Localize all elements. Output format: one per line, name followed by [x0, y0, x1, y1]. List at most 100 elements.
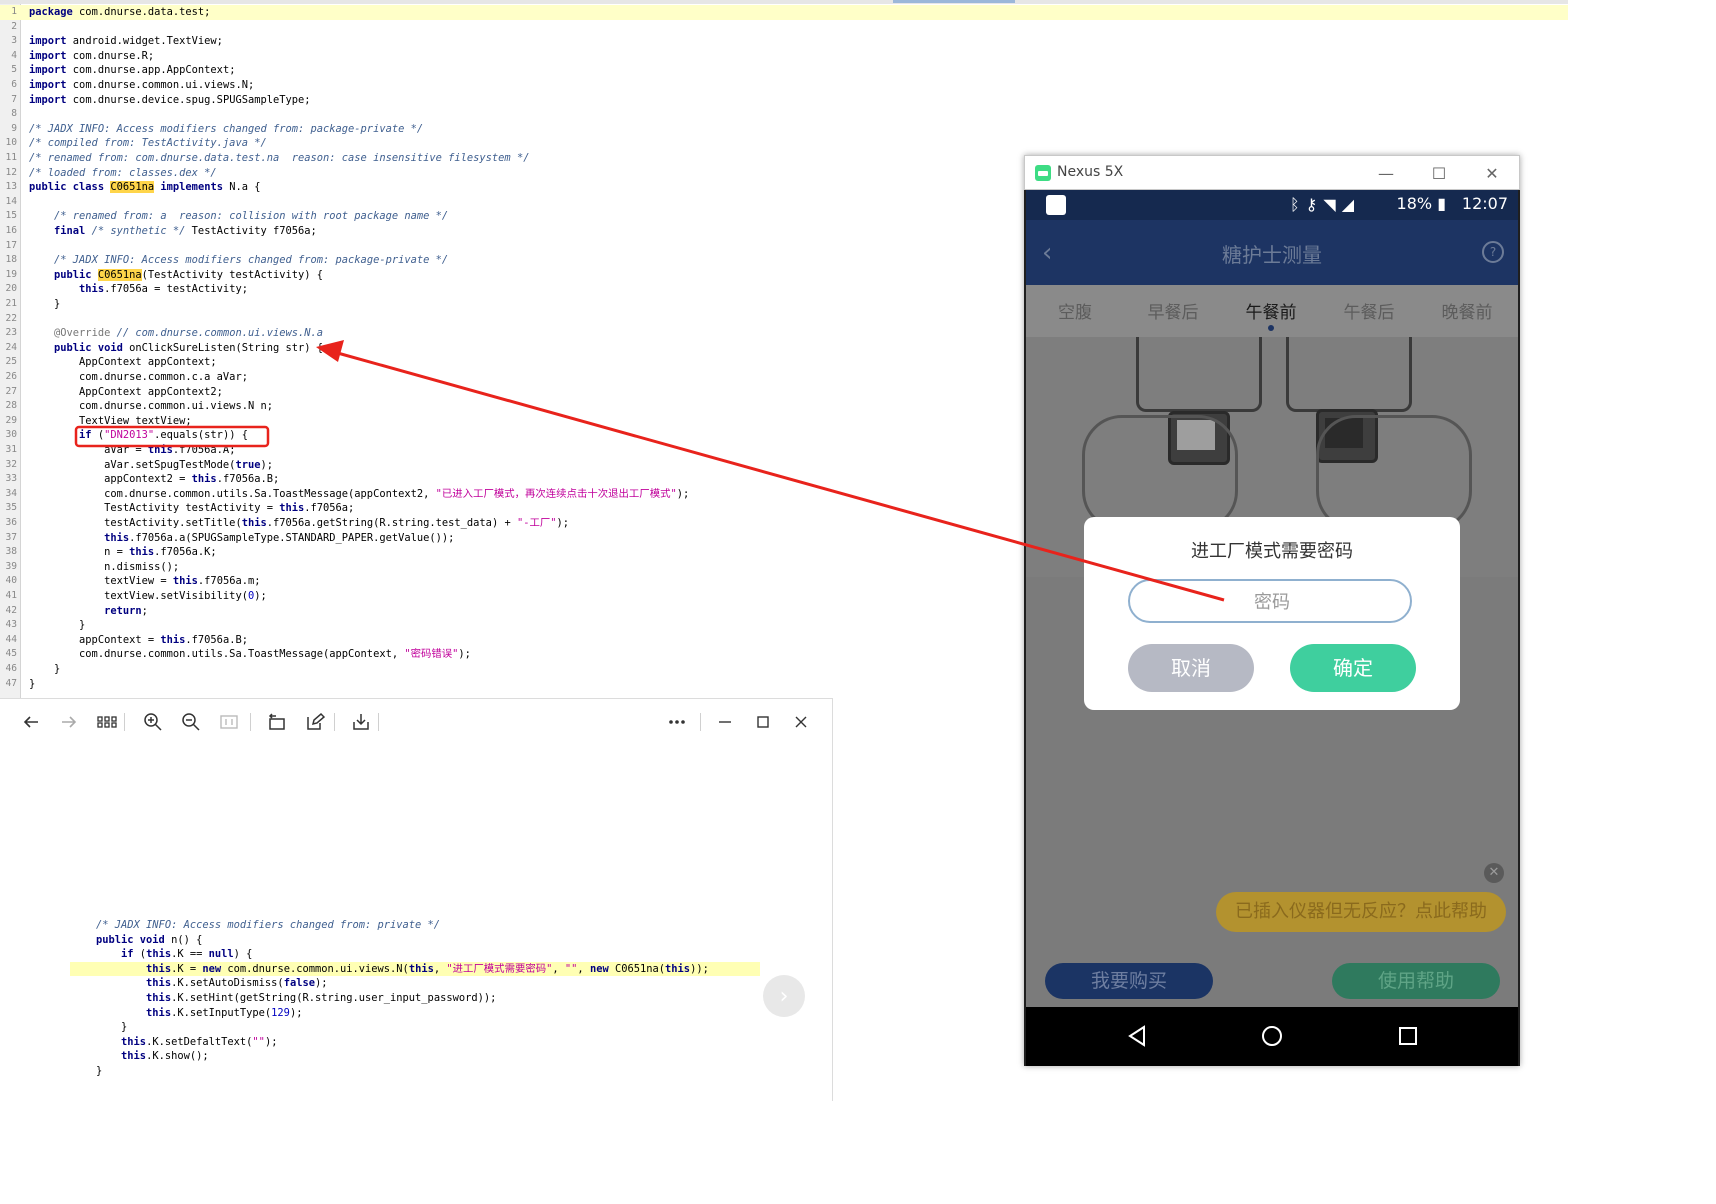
tab-meal[interactable]: 空腹 [1026, 298, 1124, 323]
line-number: 19 [5, 268, 17, 280]
tab-meal[interactable]: 午餐前 [1222, 298, 1320, 323]
toolbar-separator [124, 713, 125, 731]
zoom-out-icon [182, 713, 200, 731]
toolbar-separator [250, 713, 251, 731]
line-number: 33 [5, 473, 17, 485]
code-text: TextView textView; [29, 414, 192, 427]
code-text: n.dismiss(); [29, 560, 180, 573]
code-text: /* JADX INFO: Access modifiers changed f… [54, 254, 449, 267]
confirm-button[interactable]: 确定 [1290, 644, 1416, 692]
code-text: import com.dnurse.common.ui.views.N; [29, 79, 255, 91]
minimize-button[interactable] [712, 709, 738, 735]
tab-meal[interactable]: 晚餐前 [1418, 298, 1516, 323]
code-line: 5 import com.dnurse.app.AppContext; [0, 63, 1568, 78]
more-button[interactable] [664, 709, 690, 735]
line-number: 9 [11, 122, 17, 134]
tab-meal[interactable]: 午餐后 [1320, 298, 1418, 323]
code-text: } [29, 677, 36, 690]
viewer-code-line: /* JADX INFO: Access modifiers changed f… [0, 918, 832, 933]
grid-view-icon [97, 716, 117, 728]
code-text: testActivity.setTitle(this.f7056a.getStr… [29, 517, 570, 529]
fit-button[interactable] [216, 709, 242, 735]
line-number: 27 [5, 385, 17, 397]
code-text: public void onClickSureListen(String str… [54, 341, 324, 354]
viewer-code-line: this.K.setDefaltText(""); [0, 1035, 832, 1050]
notification-icon [1046, 195, 1066, 215]
code-text: /* loaded from: classes.dex */ [29, 166, 217, 179]
key-icon: ⚷ [1305, 195, 1324, 214]
cancel-button[interactable]: 取消 [1128, 644, 1254, 692]
line-number: 18 [5, 254, 17, 266]
line-number: 44 [5, 633, 17, 645]
line-number: 37 [5, 531, 17, 543]
minimize-button[interactable]: — [1362, 156, 1410, 191]
close-icon [795, 716, 807, 728]
hand-illustration-left [1082, 415, 1238, 531]
toolbar-separator [334, 713, 335, 731]
line-number: 10 [5, 137, 17, 149]
emulator-title: Nexus 5X [1057, 164, 1124, 180]
code-text: import com.dnurse.app.AppContext; [29, 64, 236, 77]
code-text: public class C0651na implements N.a { [29, 181, 261, 194]
close-button[interactable]: ✕ [1468, 156, 1516, 191]
help-icon[interactable]: ? [1482, 241, 1504, 263]
save-button[interactable] [348, 709, 374, 735]
line-number: 26 [5, 371, 17, 382]
maximize-button[interactable] [750, 709, 776, 735]
fit-icon [220, 715, 238, 729]
line-number: 36 [5, 517, 17, 528]
nav-recents-icon[interactable] [1396, 1024, 1420, 1048]
clock: 12:07 [1461, 194, 1508, 213]
nav-home-icon[interactable] [1260, 1024, 1284, 1048]
edit-icon [307, 712, 325, 730]
save-icon [353, 714, 369, 730]
viewer-code-line: this.K.show(); [0, 1049, 832, 1064]
maximize-icon [757, 716, 769, 728]
code-text: } [96, 1065, 103, 1077]
line-number: 22 [5, 312, 17, 324]
toolbar-separator [378, 713, 379, 731]
line-number: 1 [11, 6, 17, 17]
line-number: 40 [5, 575, 17, 587]
line-number: 45 [5, 648, 17, 660]
line-number: 38 [5, 546, 17, 558]
tab-meal[interactable]: 早餐后 [1124, 298, 1222, 323]
line-number: 15 [5, 210, 17, 222]
zoom-in-button[interactable] [140, 709, 166, 735]
line-number: 28 [5, 400, 17, 412]
buy-button[interactable]: 我要购买 [1045, 963, 1213, 999]
close-button[interactable] [788, 709, 814, 735]
code-text: this.f7056a = testActivity; [79, 283, 248, 296]
line-number: 47 [5, 677, 17, 689]
grid-view-button[interactable] [94, 709, 120, 735]
viewer-code-line: if (this.K == null) { [0, 947, 832, 962]
meal-tabs: 空腹 早餐后 午餐前 午餐后 晚餐前 [1026, 285, 1518, 337]
tooltip-close-icon[interactable]: ✕ [1484, 863, 1504, 883]
help-tooltip[interactable]: 已插入仪器但无反应？点此帮助 [1216, 892, 1506, 932]
maximize-button[interactable]: ☐ [1415, 156, 1463, 191]
active-tab-indicator[interactable] [893, 0, 1015, 3]
line-number: 6 [11, 79, 17, 90]
edit-button[interactable] [302, 709, 328, 735]
line-number: 13 [5, 181, 17, 193]
next-image-button[interactable]: › [763, 975, 805, 1017]
code-text: com.dnurse.common.c.a aVar; [29, 371, 248, 383]
code-text: @Override // com.dnurse.common.ui.views.… [54, 327, 324, 340]
forward-arrow-button[interactable] [56, 709, 82, 735]
code-line: 3 import android.widget.TextView; [0, 34, 1568, 49]
back-arrow-button[interactable] [18, 709, 44, 735]
battery-icon: ▮ [1437, 194, 1446, 213]
usage-help-button[interactable]: 使用帮助 [1332, 963, 1500, 999]
back-arrow-icon [23, 716, 38, 728]
code-text: if ("DN2013".equals(str)) { [79, 429, 248, 442]
status-bar: ᛒ⚷◥◢ 18% ▮ 12:07 [1026, 190, 1518, 220]
password-input[interactable] [1130, 581, 1414, 623]
emulator-titlebar: Nexus 5X — ☐ ✕ [1024, 155, 1520, 190]
rotate-button[interactable] [264, 709, 290, 735]
line-number: 21 [5, 298, 17, 309]
code-text: import android.widget.TextView; [29, 35, 223, 48]
zoom-out-button[interactable] [178, 709, 204, 735]
nav-back-icon[interactable] [1126, 1024, 1150, 1048]
code-line: 2 [0, 20, 1568, 35]
line-number: 42 [5, 604, 17, 616]
